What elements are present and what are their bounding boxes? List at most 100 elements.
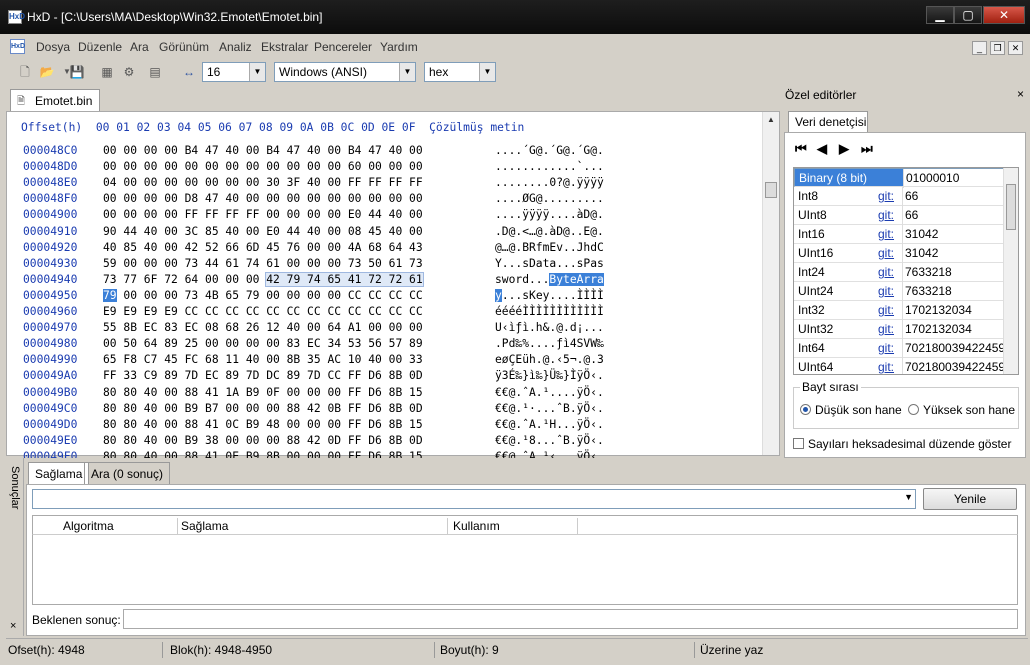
expected-result-input[interactable] xyxy=(123,609,1018,629)
tab-search-results[interactable]: Ara (0 sonuç) xyxy=(84,462,171,484)
type-value[interactable]: 7021800394224597 xyxy=(902,339,1004,358)
decoded-text[interactable]: U‹ìƒì.h&.@.d¡... xyxy=(495,321,604,334)
type-value[interactable]: 1702132034 xyxy=(902,320,1004,339)
hex-bytes[interactable]: 55 8B EC 83 EC 08 68 26 12 40 00 64 A1 0… xyxy=(103,321,423,334)
decoded-text[interactable]: €€@.¹·...ˆB.ÿÖ‹. xyxy=(495,402,604,415)
tab-data-inspector[interactable]: Veri denetçisi xyxy=(788,111,868,132)
goto-link[interactable]: git: xyxy=(878,189,894,203)
chevron-down-icon[interactable]: ▼ xyxy=(399,63,415,81)
hex-editor[interactable]: Offset(h) 00 01 02 03 04 05 06 07 08 09 … xyxy=(6,111,780,463)
decoded-text[interactable]: ééééÌÌÌÌÌÌÌÌÌÌÌÌ xyxy=(495,305,604,318)
menu-extras[interactable]: Ekstralar xyxy=(261,40,308,54)
encoding-select[interactable]: Windows (ANSI) ▼ xyxy=(274,62,416,82)
tab-checksum[interactable]: Sağlama xyxy=(28,462,90,484)
type-value[interactable]: 31042 xyxy=(902,244,1004,263)
inspector-row[interactable]: UInt16 git: 31042 xyxy=(794,244,1004,263)
goto-link[interactable]: git: xyxy=(878,208,894,222)
decoded-text[interactable]: ÿ3É‰}ì‰}Ü‰}ÌÿÖ‹. xyxy=(495,369,604,382)
little-endian-radio[interactable]: Düşük son hane xyxy=(800,403,902,417)
scroll-thumb[interactable] xyxy=(1006,184,1016,230)
goto-link[interactable]: git: xyxy=(878,322,894,336)
type-value[interactable]: 7021800394224597 xyxy=(902,358,1004,374)
hex-bytes-selected[interactable]: 00 00 00 73 4B 65 79 00 00 00 00 CC CC C… xyxy=(117,289,422,302)
document-icon[interactable]: HxD xyxy=(10,39,25,54)
hex-bytes[interactable]: 80 80 40 00 B9 38 00 00 00 88 42 0D FF D… xyxy=(103,434,423,447)
close-icon[interactable]: × xyxy=(1017,87,1024,101)
type-value[interactable]: 66 xyxy=(902,206,1004,225)
type-value[interactable]: 7633218 xyxy=(902,282,1004,301)
hex-bytes[interactable]: 04 00 00 00 00 00 00 00 30 3F 40 00 FF F… xyxy=(103,176,423,189)
hex-bytes[interactable]: 90 44 40 00 3C 85 40 00 E0 44 40 00 08 4… xyxy=(103,225,423,238)
display-select[interactable]: hex ▼ xyxy=(424,62,496,82)
mdi-minimize-icon[interactable]: _ xyxy=(972,41,987,55)
hex-bytes[interactable]: 80 80 40 00 88 41 0C B9 48 00 00 00 FF D… xyxy=(103,418,423,431)
next-icon[interactable]: ▶ xyxy=(839,141,849,157)
decoded-text[interactable]: @…@.BRfmEv..JhdC xyxy=(495,241,604,254)
big-endian-radio[interactable]: Yüksek son hane xyxy=(908,403,1015,417)
hex-bytes[interactable]: 59 00 00 00 73 44 61 74 61 00 00 00 73 5… xyxy=(103,257,423,270)
hex-bytes[interactable]: 79 xyxy=(103,288,117,302)
close-button[interactable]: ✕ xyxy=(983,6,1025,24)
hex-bytes[interactable]: 40 85 40 00 42 52 66 6D 45 76 00 00 4A 6… xyxy=(103,241,423,254)
decoded-text[interactable]: €€@.ˆA.¹H...ÿÖ‹. xyxy=(495,418,604,431)
decoded-text[interactable]: eøÇEüh.@.‹5¬.@.3 xyxy=(495,353,604,366)
hex-bytes[interactable]: 65 F8 C7 45 FC 68 11 40 00 8B 35 AC 10 4… xyxy=(103,353,423,366)
goto-link[interactable]: git: xyxy=(878,284,894,298)
hex-bytes-selected[interactable]: 42 79 74 65 41 72 72 61 xyxy=(265,271,424,287)
type-value[interactable]: 66 xyxy=(902,187,1004,206)
inspector-row[interactable]: UInt8 git: 66 xyxy=(794,206,1004,225)
chevron-down-icon[interactable]: ▼ xyxy=(249,63,265,81)
decoded-text[interactable]: €€@.¹8...ˆB.ÿÖ‹. xyxy=(495,434,604,447)
hex-bytes[interactable]: FF 33 C9 89 7D EC 89 7D DC 89 7D CC FF D… xyxy=(103,369,423,382)
decoded-text-selected[interactable]: ...sKey....ÌÌÌÌ xyxy=(502,289,604,302)
algorithm-combo[interactable]: ▼ xyxy=(32,489,916,509)
hex-bytes[interactable]: 00 50 64 89 25 00 00 00 00 83 EC 34 53 5… xyxy=(103,337,423,350)
last-icon[interactable]: ⏭ xyxy=(861,141,873,157)
chevron-down-icon[interactable]: ▼ xyxy=(479,63,495,81)
decoded-text[interactable]: €€@.ˆA.¹....ÿÖ‹. xyxy=(495,386,604,399)
menu-windows[interactable]: Pencereler xyxy=(314,40,372,54)
hex-bytes[interactable]: 00 00 00 00 00 00 00 00 00 00 00 00 60 0… xyxy=(103,160,423,173)
maximize-button[interactable]: ▢ xyxy=(954,6,982,24)
columns-select[interactable]: 16 ▼ xyxy=(202,62,266,82)
inspector-row[interactable]: UInt24 git: 7633218 xyxy=(794,282,1004,301)
decoded-text[interactable]: Y...sData...sPas xyxy=(495,257,604,270)
decoded-text[interactable]: .Pd‰%....ƒì4SVW‰ xyxy=(495,337,604,350)
inspector-scrollbar[interactable] xyxy=(1003,168,1018,374)
decoded-text[interactable]: ........0?@.ÿÿÿÿ xyxy=(495,176,604,189)
hex-bytes[interactable]: 00 00 00 00 B4 47 40 00 B4 47 40 00 B4 4… xyxy=(103,144,423,157)
goto-link[interactable]: git: xyxy=(878,246,894,260)
column-algorithm[interactable]: Algoritma xyxy=(63,519,114,533)
column-usage[interactable]: Kullanım xyxy=(453,519,500,533)
scroll-up-icon[interactable]: ▲ xyxy=(763,112,779,128)
goto-link[interactable]: git: xyxy=(878,303,894,317)
menu-edit[interactable]: Düzenle xyxy=(78,40,122,54)
decoded-text-selected[interactable]: ByteArra xyxy=(549,272,604,286)
inspector-row[interactable]: Int8 git: 66 xyxy=(794,187,1004,206)
goto-link[interactable]: git: xyxy=(878,341,894,355)
previous-icon[interactable]: ◀ xyxy=(817,141,827,157)
menu-analysis[interactable]: Analiz xyxy=(219,40,252,54)
mdi-close-icon[interactable]: ✕ xyxy=(1008,41,1023,55)
hex-display-checkbox[interactable]: Sayıları heksadesimal düzende göster xyxy=(793,437,1011,451)
inspector-row[interactable]: Int32 git: 1702132034 xyxy=(794,301,1004,320)
goto-link[interactable]: git: xyxy=(878,227,894,241)
inspector-row[interactable]: Binary (8 bit) 01000010 xyxy=(794,168,1004,188)
hex-bytes[interactable]: 00 00 00 00 D8 47 40 00 00 00 00 00 00 0… xyxy=(103,192,423,205)
ram-icon[interactable]: ⚙ xyxy=(120,63,138,81)
hex-bytes[interactable]: E9 E9 E9 E9 CC CC CC CC CC CC CC CC CC C… xyxy=(103,305,423,318)
decoded-text[interactable]: .D@.<…@.àD@..E@. xyxy=(495,225,604,238)
print-icon[interactable]: ▤ xyxy=(146,63,164,81)
type-value[interactable]: 1702132034 xyxy=(902,301,1004,320)
inspector-row[interactable]: Int16 git: 31042 xyxy=(794,225,1004,244)
decoded-text[interactable]: ....ØG@......... xyxy=(495,192,604,205)
decoded-text[interactable]: sword... xyxy=(495,273,549,286)
decoded-text[interactable]: ............`... xyxy=(495,160,604,173)
column-checksum[interactable]: Sağlama xyxy=(181,519,228,533)
open-file-icon[interactable]: 📂 xyxy=(38,63,56,81)
minimize-button[interactable]: ▁ xyxy=(926,6,954,24)
hex-bytes[interactable]: 80 80 40 00 B9 B7 00 00 00 88 42 0B FF D… xyxy=(103,402,423,415)
close-icon[interactable]: × xyxy=(10,620,16,632)
goto-link[interactable]: git: xyxy=(878,360,894,374)
first-icon[interactable]: ⏮ xyxy=(795,141,807,157)
